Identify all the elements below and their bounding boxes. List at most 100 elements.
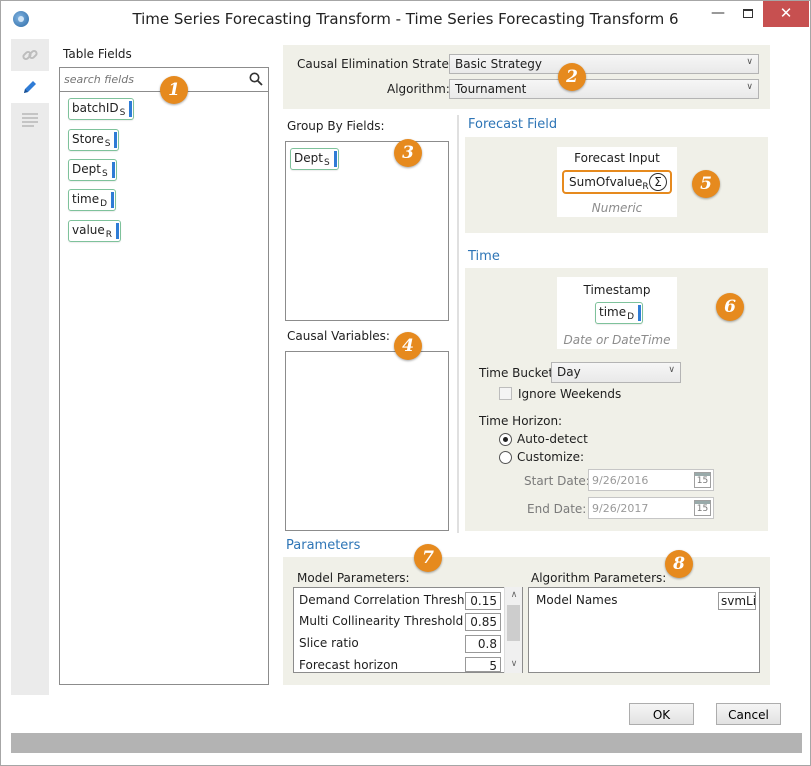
- field-name: time: [599, 305, 627, 319]
- sigma-icon[interactable]: Σ: [649, 173, 667, 191]
- step-badge-7: 7: [414, 544, 442, 572]
- chevron-down-icon: ∨: [746, 57, 753, 67]
- search-icon[interactable]: [249, 72, 263, 86]
- causal-variables-dropzone[interactable]: [285, 351, 449, 531]
- time-horizon-label: Time Horizon:: [479, 414, 563, 428]
- field-name: Store: [72, 132, 104, 146]
- param-name: Forecast horizon: [299, 658, 399, 672]
- group-by-title: Group By Fields:: [287, 119, 385, 133]
- ignore-weekends-checkbox[interactable]: [499, 387, 512, 400]
- causal-strategy-label: Causal Elimination Strategy:: [297, 57, 467, 71]
- step-badge-8: 8: [665, 550, 693, 578]
- parameters-title: Parameters: [286, 538, 361, 553]
- left-rail: [11, 39, 49, 695]
- auto-detect-radio[interactable]: [499, 433, 512, 446]
- rail-edit-button[interactable]: [11, 71, 49, 103]
- algorithm-label: Algorithm:: [387, 82, 450, 96]
- model-params-scrollbar[interactable]: ∧ ∨: [504, 587, 522, 673]
- forecast-input-title: Forecast Input: [574, 151, 660, 165]
- end-date-value: 9/26/2017: [592, 502, 649, 515]
- field-type: S: [323, 158, 330, 168]
- field-type: S: [101, 169, 108, 179]
- close-button[interactable]: ✕: [763, 1, 809, 27]
- field-type: S: [119, 108, 126, 118]
- start-date-label: Start Date:: [524, 474, 590, 488]
- link-icon: [22, 49, 38, 61]
- algorithm-select[interactable]: Tournament ∨: [449, 79, 759, 99]
- forecast-field-title: Forecast Field: [468, 117, 558, 132]
- cancel-button[interactable]: Cancel: [716, 703, 781, 725]
- param-slice-ratio-input[interactable]: 0.8: [465, 635, 501, 653]
- calendar-icon[interactable]: 15: [694, 472, 711, 488]
- auto-detect-label: Auto-detect: [517, 432, 588, 446]
- pencil-icon: [24, 81, 36, 93]
- causal-variables-title: Causal Variables:: [287, 329, 390, 343]
- search-input[interactable]: [62, 70, 242, 88]
- param-multi-collinearity-input[interactable]: 0.85: [465, 613, 501, 631]
- step-badge-4: 4: [394, 332, 422, 360]
- algorithm-parameters-title: Algorithm Parameters:: [531, 571, 667, 585]
- window-title: Time Series Forecasting Transform - Time…: [132, 10, 679, 28]
- rail-list-button[interactable]: [11, 103, 49, 135]
- end-date-input[interactable]: 9/26/2017 15: [588, 497, 714, 519]
- minimize-button[interactable]: —: [703, 1, 733, 27]
- param-name: Model Names: [536, 593, 618, 607]
- param-name: Multi Collinearity Threshold: [299, 614, 464, 628]
- chevron-down-icon: ∨: [668, 365, 675, 375]
- field-chip-batchid[interactable]: batchIDS: [68, 98, 135, 120]
- param-name: Demand Correlation Threshold: [299, 593, 483, 607]
- causal-strategy-value: Basic Strategy: [455, 57, 542, 71]
- causal-strategy-select[interactable]: Basic Strategy ∨: [449, 54, 759, 74]
- table-fields-title: Table Fields: [63, 47, 132, 61]
- field-name: Dept: [72, 162, 101, 176]
- time-bucket-value: Day: [557, 365, 581, 379]
- chevron-up-icon[interactable]: ∧: [505, 587, 523, 603]
- rail-link-button[interactable]: [11, 39, 49, 71]
- forecast-value-name: SumOfvalue: [569, 175, 643, 189]
- list-icon: [22, 113, 38, 127]
- timestamp-title: Timestamp: [583, 283, 651, 297]
- field-chip-dept[interactable]: DeptS: [68, 159, 117, 181]
- step-badge-6: 6: [716, 293, 744, 321]
- start-date-input[interactable]: 9/26/2016 15: [588, 469, 714, 491]
- ignore-weekends-label: Ignore Weekends: [518, 387, 622, 401]
- time-bucket-select[interactable]: Day ∨: [551, 362, 681, 383]
- time-title: Time: [468, 249, 500, 264]
- dialog-window: Time Series Forecasting Transform - Time…: [0, 0, 811, 766]
- status-bar: [11, 733, 802, 753]
- forecast-input-type-hint: Numeric: [591, 201, 643, 215]
- time-bucket-label: Time Bucket:: [479, 366, 558, 380]
- forecast-input-card: Forecast Input SumOfvalueR Σ Numeric: [557, 147, 677, 217]
- chevron-down-icon[interactable]: ∨: [505, 656, 523, 672]
- field-type: D: [100, 199, 108, 209]
- forecast-value-chip[interactable]: SumOfvalueR Σ: [562, 170, 672, 194]
- maximize-button[interactable]: [733, 1, 763, 27]
- param-demand-correlation-input[interactable]: 0.15: [465, 592, 501, 610]
- field-chip-time[interactable]: timeD: [68, 189, 117, 211]
- step-badge-3: 3: [394, 139, 422, 167]
- group-by-dropzone[interactable]: DeptS: [285, 141, 449, 321]
- group-by-chip-dept[interactable]: DeptS: [290, 148, 339, 170]
- ok-button[interactable]: OK: [629, 703, 694, 725]
- customize-radio[interactable]: [499, 451, 512, 464]
- param-model-names-input[interactable]: svmLi: [718, 592, 756, 610]
- algorithm-value: Tournament: [455, 82, 527, 96]
- scroll-thumb[interactable]: [507, 605, 520, 641]
- column-divider: [457, 115, 459, 533]
- field-type: D: [627, 312, 635, 322]
- field-name: value: [72, 223, 105, 237]
- calendar-icon[interactable]: 15: [694, 500, 711, 516]
- field-chip-store[interactable]: StoreS: [68, 129, 120, 151]
- step-badge-5: 5: [692, 170, 720, 198]
- step-badge-2: 2: [558, 63, 586, 91]
- start-date-value: 9/26/2016: [592, 474, 649, 487]
- param-forecast-horizon-input[interactable]: 5: [465, 657, 501, 673]
- field-type: S: [104, 139, 111, 149]
- field-name: Dept: [294, 151, 323, 165]
- customize-label: Customize:: [517, 450, 585, 464]
- timestamp-chip-time[interactable]: timeD: [595, 302, 644, 324]
- field-chip-value[interactable]: valueR: [68, 220, 122, 242]
- field-name: batchID: [72, 101, 119, 115]
- field-name: time: [72, 192, 100, 206]
- chevron-down-icon: ∨: [746, 82, 753, 92]
